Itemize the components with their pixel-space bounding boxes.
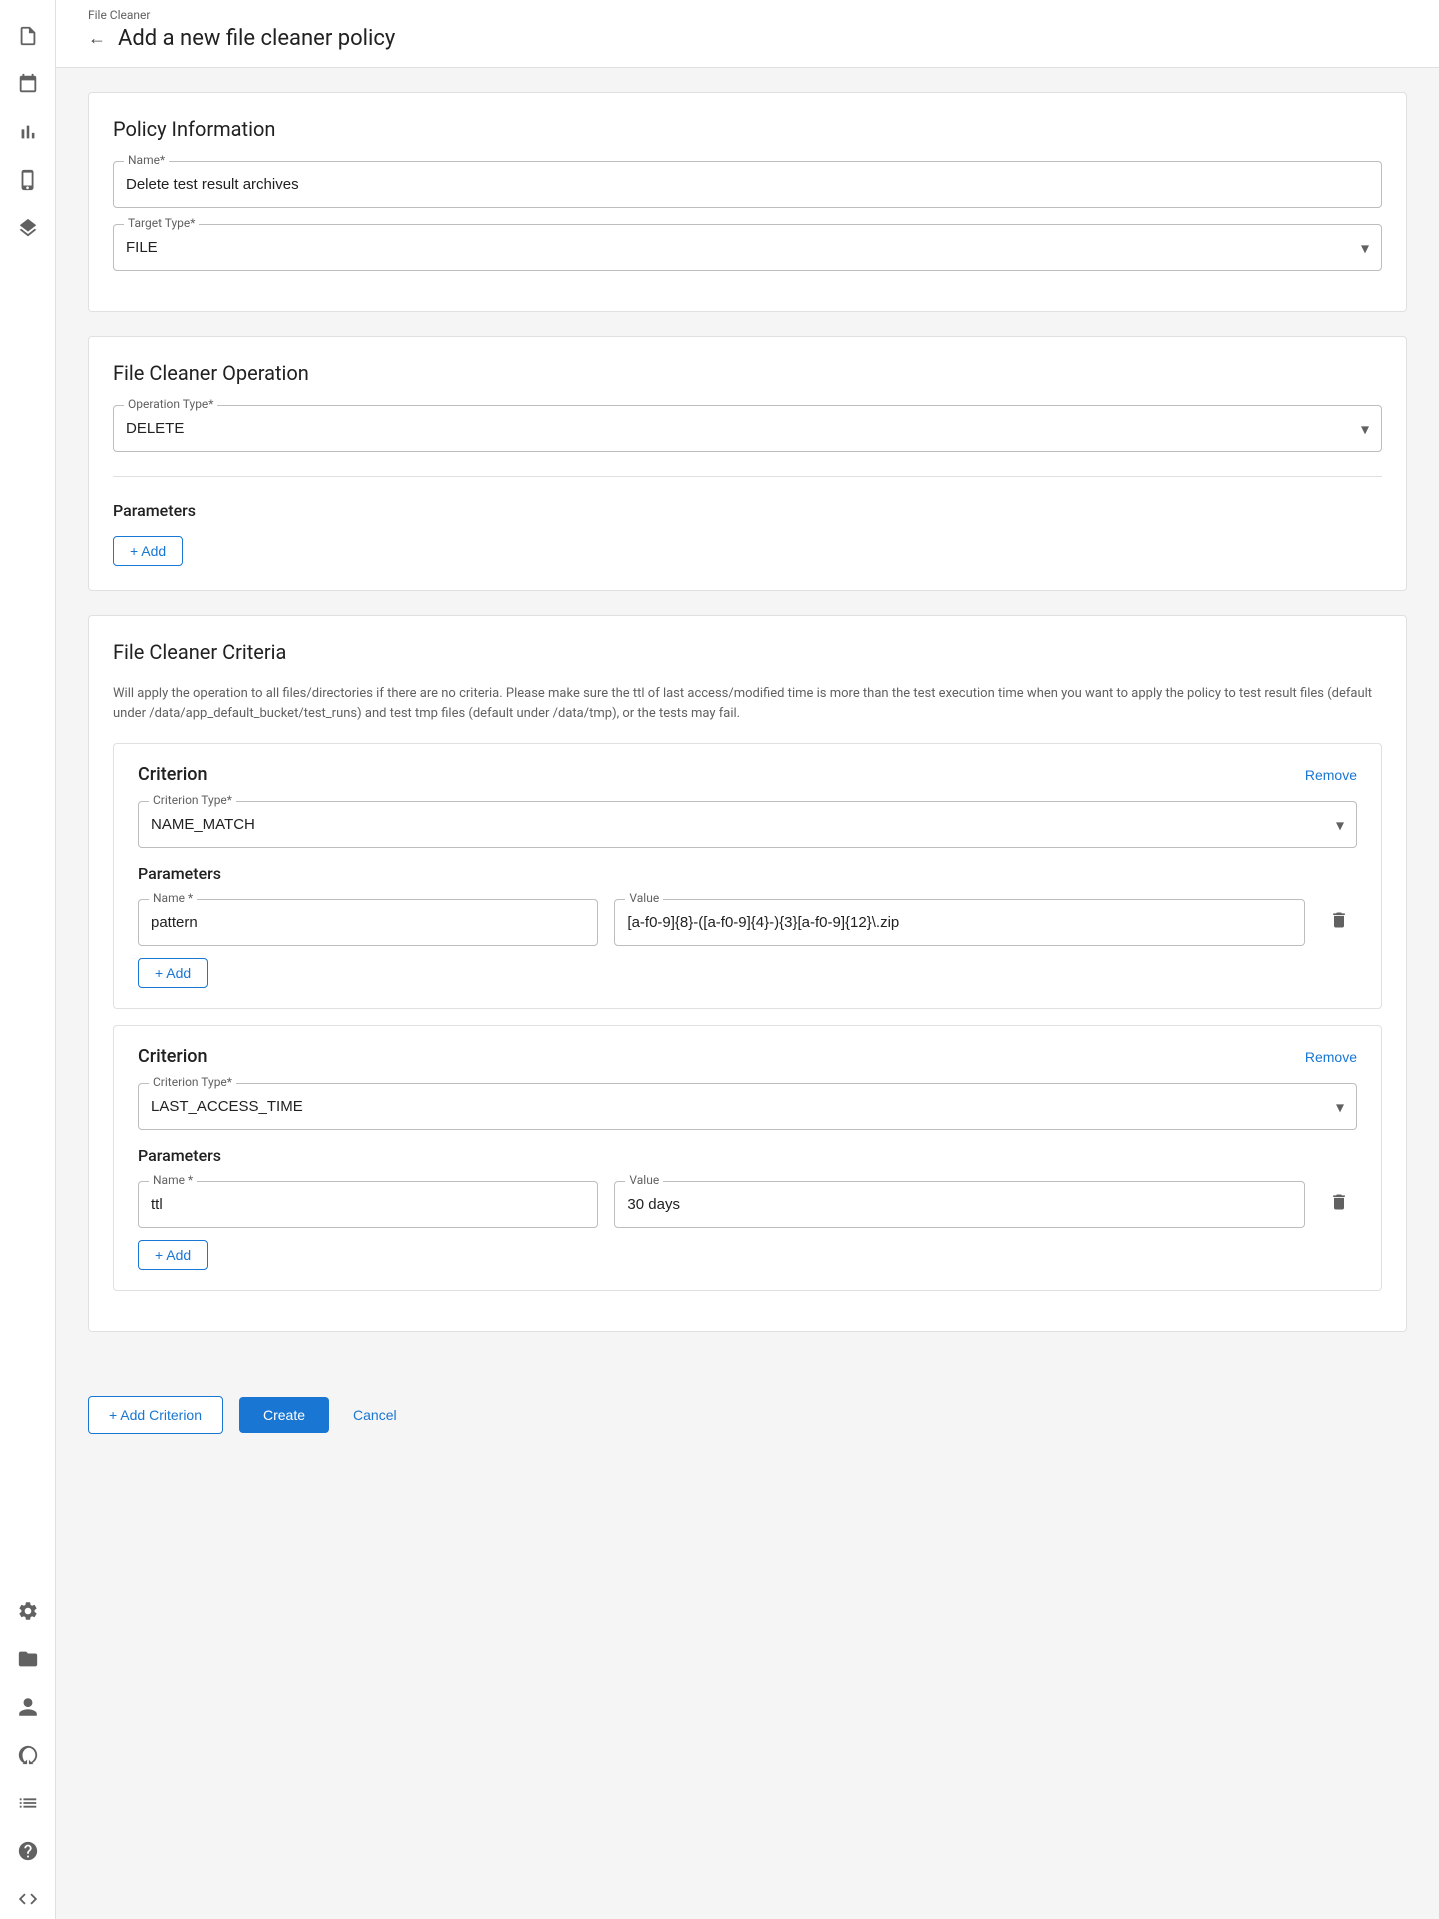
criterion-1-param-value-label: Value — [625, 891, 663, 905]
add-parameter-main-button[interactable]: + Add — [113, 536, 183, 566]
target-type-select[interactable]: FILE DIRECTORY — [114, 225, 1381, 270]
list-icon[interactable] — [8, 1783, 48, 1823]
criterion-1-param-delete-icon[interactable] — [1321, 902, 1357, 943]
divider-1 — [113, 476, 1382, 477]
criterion-2-param-name-label: Name * — [149, 1173, 197, 1187]
policy-information-title: Policy Information — [113, 117, 1382, 141]
criterion-1-param-name-input[interactable] — [139, 900, 597, 945]
add-criterion-button[interactable]: + Add Criterion — [88, 1396, 223, 1434]
criterion-2-param-value-input[interactable] — [615, 1182, 1304, 1227]
criterion-1-type-select[interactable]: NAME_MATCH LAST_ACCESS_TIME LAST_MODIFIE… — [139, 802, 1356, 847]
layers-icon[interactable] — [8, 208, 48, 248]
criterion-2-param-name-wrapper: Name * — [138, 1181, 598, 1228]
back-button[interactable]: ← — [88, 28, 106, 49]
criterion-1-parameters-title: Parameters — [138, 864, 1357, 883]
criterion-1-param-value-input[interactable] — [615, 900, 1304, 945]
criterion-2-add-param-button[interactable]: + Add — [138, 1240, 208, 1270]
criterion-card-2: Criterion Remove Criterion Type* NAME_MA… — [113, 1025, 1382, 1291]
calendar-icon[interactable] — [8, 64, 48, 104]
parameters-main-title: Parameters — [113, 501, 1382, 520]
criterion-2-type-label: Criterion Type* — [149, 1075, 236, 1089]
criterion-2-param-delete-icon[interactable] — [1321, 1184, 1357, 1225]
criterion-1-param-name-wrapper: Name * — [138, 899, 598, 946]
file-cleaner-criteria-section: File Cleaner Criteria Will apply the ope… — [88, 615, 1407, 1332]
criterion-2-param-name-input[interactable] — [139, 1182, 597, 1227]
code-icon[interactable] — [8, 1879, 48, 1919]
chart-icon[interactable] — [8, 112, 48, 152]
criterion-1-title: Criterion — [138, 764, 208, 785]
criterion-1-type-wrapper: Criterion Type* NAME_MATCH LAST_ACCESS_T… — [138, 801, 1357, 848]
criterion-1-param-value-wrapper: Value — [614, 899, 1305, 946]
main-content: File Cleaner ← Add a new file cleaner po… — [56, 0, 1439, 1919]
criteria-info-text: Will apply the operation to all files/di… — [113, 684, 1382, 723]
criterion-2-parameters-title: Parameters — [138, 1146, 1357, 1165]
remove-criterion-2-button[interactable]: Remove — [1305, 1049, 1357, 1065]
criterion-2-title: Criterion — [138, 1046, 208, 1067]
name-field-wrapper: Name* — [113, 161, 1382, 208]
breadcrumb: File Cleaner — [88, 8, 1407, 22]
footer-section: + Add Criterion Create Cancel — [56, 1380, 1439, 1466]
operation-type-label: Operation Type* — [124, 397, 217, 411]
mobile-icon[interactable] — [8, 160, 48, 200]
criterion-2-type-select[interactable]: NAME_MATCH LAST_ACCESS_TIME LAST_MODIFIE… — [139, 1084, 1356, 1129]
target-type-label: Target Type* — [124, 216, 199, 230]
file-cleaner-criteria-title: File Cleaner Criteria — [113, 640, 1382, 664]
target-type-field-wrapper: Target Type* FILE DIRECTORY ▾ — [113, 224, 1382, 271]
breadcrumb-area: File Cleaner ← Add a new file cleaner po… — [56, 0, 1439, 68]
policy-information-section: Policy Information Name* Target Type* FI… — [88, 92, 1407, 312]
cancel-button[interactable]: Cancel — [345, 1397, 405, 1433]
remove-criterion-1-button[interactable]: Remove — [1305, 767, 1357, 783]
criterion-1-param-row-1: Name * Value — [138, 899, 1357, 946]
operation-type-field-wrapper: Operation Type* DELETE ARCHIVE ▾ — [113, 405, 1382, 452]
criterion-header-2: Criterion Remove — [138, 1046, 1357, 1067]
person-icon[interactable] — [8, 1687, 48, 1727]
settings-icon[interactable] — [8, 1591, 48, 1631]
criterion-1-type-label: Criterion Type* — [149, 793, 236, 807]
folder-icon[interactable] — [8, 1639, 48, 1679]
criterion-2-param-row-1: Name * Value — [138, 1181, 1357, 1228]
criterion-header-1: Criterion Remove — [138, 764, 1357, 785]
criterion-2-param-value-label: Value — [625, 1173, 663, 1187]
page-title: Add a new file cleaner policy — [118, 26, 395, 51]
create-button[interactable]: Create — [239, 1397, 329, 1433]
activity-icon[interactable] — [8, 1735, 48, 1775]
file-cleaner-operation-title: File Cleaner Operation — [113, 361, 1382, 385]
name-input[interactable] — [114, 162, 1381, 207]
document-icon[interactable] — [8, 16, 48, 56]
criterion-1-param-name-label: Name * — [149, 891, 197, 905]
name-label: Name* — [124, 153, 169, 167]
help-icon[interactable] — [8, 1831, 48, 1871]
criterion-1-add-param-button[interactable]: + Add — [138, 958, 208, 988]
sidebar — [0, 0, 56, 1919]
operation-type-select[interactable]: DELETE ARCHIVE — [114, 406, 1381, 451]
criterion-card-1: Criterion Remove Criterion Type* NAME_MA… — [113, 743, 1382, 1009]
criterion-2-param-value-wrapper: Value — [614, 1181, 1305, 1228]
file-cleaner-operation-section: File Cleaner Operation Operation Type* D… — [88, 336, 1407, 591]
criterion-2-type-wrapper: Criterion Type* NAME_MATCH LAST_ACCESS_T… — [138, 1083, 1357, 1130]
